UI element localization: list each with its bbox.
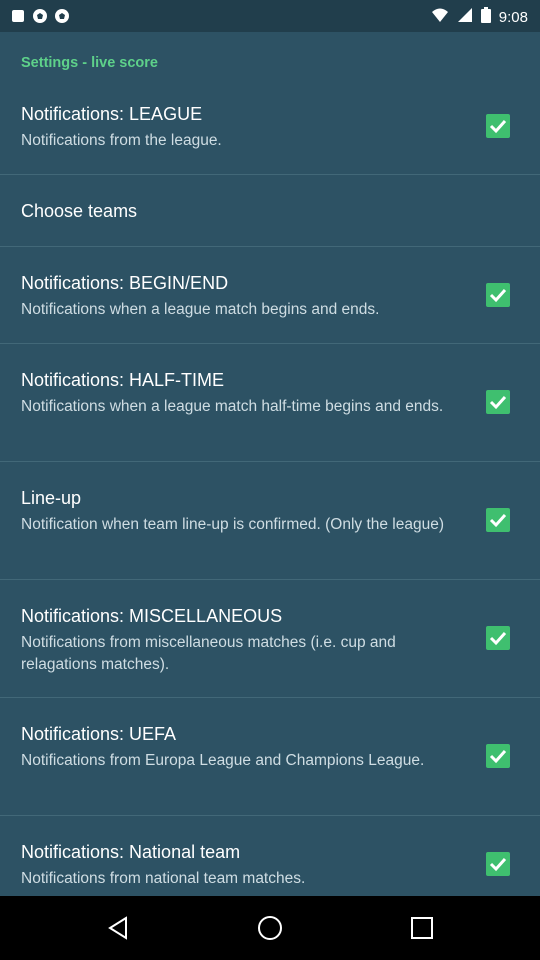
pref-summary: Notifications from Europa League and Cha… <box>21 752 425 769</box>
divider <box>0 815 540 816</box>
section-title: Settings - live score <box>21 55 158 71</box>
home-icon[interactable] <box>256 914 284 942</box>
checkmark-icon <box>489 631 507 646</box>
pref-summary: Notifications from miscellaneous matches… <box>21 634 396 673</box>
status-time: 9:08 <box>498 8 528 26</box>
navigation-bar <box>0 896 540 960</box>
pref-summary: Notifications from national team matches… <box>21 870 306 887</box>
pref-notifications-begin-end[interactable]: Notifications: BEGIN/END Notifications w… <box>0 265 540 343</box>
pref-notifications-national-team[interactable]: Notifications: National team Notificatio… <box>0 834 540 896</box>
checkbox-checked[interactable] <box>486 390 510 414</box>
divider <box>0 246 540 247</box>
pref-title: Notifications: National team <box>21 842 241 862</box>
pref-notifications-uefa[interactable]: Notifications: UEFA Notifications from E… <box>0 716 540 815</box>
pref-choose-teams[interactable]: Choose teams <box>0 175 540 247</box>
pref-notifications-league[interactable]: Notifications: LEAGUE Notifications from… <box>0 96 540 174</box>
checkmark-icon <box>489 857 507 872</box>
pref-summary: Notification when team line-up is confir… <box>21 516 445 533</box>
checkbox-checked[interactable] <box>486 626 510 650</box>
checkmark-icon <box>489 288 507 303</box>
pref-line-up[interactable]: Line-up Notification when team line-up i… <box>0 480 540 579</box>
pref-title: Choose teams <box>21 201 138 221</box>
pref-summary: Notifications when a league match begins… <box>21 301 380 318</box>
checkmark-icon <box>489 513 507 528</box>
signal-icon <box>457 7 473 28</box>
pref-title: Notifications: BEGIN/END <box>21 273 229 293</box>
wifi-icon <box>431 7 449 28</box>
divider <box>0 461 540 462</box>
checkbox-checked[interactable] <box>486 114 510 138</box>
recents-icon[interactable] <box>408 914 436 942</box>
battery-icon <box>480 7 491 28</box>
divider <box>0 697 540 698</box>
pref-title: Notifications: UEFA <box>21 724 177 744</box>
checkmark-icon <box>489 749 507 764</box>
pref-title: Notifications: LEAGUE <box>21 104 203 124</box>
pref-notifications-half-time[interactable]: Notifications: HALF-TIME Notifications w… <box>0 362 540 461</box>
divider <box>0 579 540 580</box>
checkbox-checked[interactable] <box>486 508 510 532</box>
pref-summary: Notifications when a league match half-t… <box>21 398 444 415</box>
pref-summary: Notifications from the league. <box>21 132 222 149</box>
pref-title: Line-up <box>21 488 82 508</box>
checkbox-checked[interactable] <box>486 283 510 307</box>
checkmark-icon <box>489 395 507 410</box>
checkbox-checked[interactable] <box>486 744 510 768</box>
pref-title: Notifications: HALF-TIME <box>21 370 225 390</box>
divider <box>0 343 540 344</box>
pref-title: Notifications: MISCELLANEOUS <box>21 606 283 626</box>
app-notification-icon <box>10 8 26 24</box>
soccer-ball-icon <box>32 8 48 24</box>
pref-notifications-miscellaneous[interactable]: Notifications: MISCELLANEOUS Notificatio… <box>0 598 540 697</box>
checkbox-checked[interactable] <box>486 852 510 876</box>
soccer-ball-icon <box>54 8 70 24</box>
back-icon[interactable] <box>104 914 132 942</box>
checkmark-icon <box>489 119 507 134</box>
status-bar: 9:08 <box>0 0 540 32</box>
